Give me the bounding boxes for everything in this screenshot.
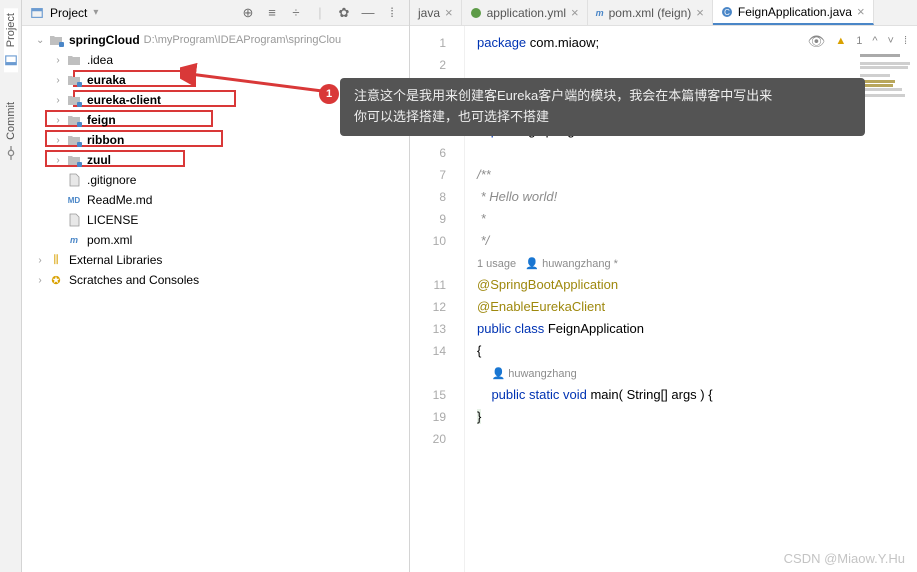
tab-java[interactable]: java×	[410, 0, 462, 25]
annotation-tooltip: 注意这个是我用来创建客Eureka客户端的模块，我会在本篇博客中写出来 你可以选…	[340, 78, 865, 136]
line-number[interactable]: 13	[410, 318, 464, 340]
chevron-right-icon[interactable]: ›	[54, 135, 62, 146]
close-icon[interactable]: ×	[857, 4, 865, 19]
tree-item-gitignore[interactable]: .gitignore	[22, 170, 409, 190]
author-icon: 👤	[525, 258, 542, 270]
close-icon[interactable]: ×	[445, 5, 453, 20]
line-number[interactable]	[410, 362, 464, 384]
libraries-icon: ⫼	[48, 253, 64, 267]
chevron-right-icon[interactable]: ›	[36, 255, 44, 266]
chevron-right-icon[interactable]: ›	[54, 115, 62, 126]
vtab-commit[interactable]: Commit	[4, 97, 18, 165]
tree-root-path: D:\myProgram\IDEAProgram\springClou	[144, 34, 341, 46]
separator: |	[311, 4, 329, 22]
scratches-icon: ✪	[48, 273, 64, 287]
sidebar-header: Project ▾ ⊕ ≡ ÷ | ✿ — ⁞	[22, 0, 409, 26]
line-number[interactable]: 11	[410, 274, 464, 296]
vertical-tab-strip: Project Commit	[0, 0, 22, 572]
close-icon[interactable]: ×	[696, 5, 704, 20]
tab-feign-application[interactable]: CFeignApplication.java×	[713, 0, 874, 25]
chevron-right-icon[interactable]: ›	[36, 275, 44, 286]
tree-external-libs[interactable]: › ⫼ External Libraries	[22, 250, 409, 270]
file-icon	[66, 213, 82, 227]
collapse-all-icon[interactable]: ÷	[287, 4, 305, 22]
line-number[interactable]: 2	[410, 54, 464, 76]
tree-item-zuul[interactable]: › zuul	[22, 150, 409, 170]
caret-up-icon[interactable]: ^	[872, 30, 877, 52]
line-number[interactable]: 1	[410, 32, 464, 54]
file-icon	[66, 173, 82, 187]
warning-icon[interactable]: ▲	[835, 30, 846, 52]
editor-tabs: java× application.yml× mpom.xml (feign)×…	[410, 0, 917, 26]
eye-icon[interactable]: 👁	[808, 30, 826, 52]
module-icon	[66, 73, 82, 87]
tree-item-idea[interactable]: › .idea	[22, 50, 409, 70]
settings-icon[interactable]: ✿	[335, 4, 353, 22]
expand-all-icon[interactable]: ≡	[263, 4, 281, 22]
line-number[interactable]: 9	[410, 208, 464, 230]
yml-icon	[470, 7, 482, 19]
svg-text:C: C	[724, 8, 730, 17]
annotation-badge: 1	[319, 84, 339, 104]
line-number[interactable]: 19	[410, 406, 464, 428]
more-icon[interactable]: ⁞	[383, 4, 401, 22]
line-number[interactable]: 14	[410, 340, 464, 362]
module-icon	[48, 33, 64, 47]
select-opened-icon[interactable]: ⊕	[239, 4, 257, 22]
close-icon[interactable]: ×	[571, 5, 579, 20]
line-number[interactable]: 10	[410, 230, 464, 252]
markdown-icon: MD	[66, 193, 82, 207]
chevron-down-icon[interactable]: ⌄	[36, 35, 44, 46]
line-number[interactable]: 15	[410, 384, 464, 406]
caret-down-icon[interactable]: ˅	[888, 30, 894, 52]
chevron-right-icon[interactable]: ›	[54, 75, 62, 86]
chevron-right-icon[interactable]: ›	[54, 55, 62, 66]
author-icon: 👤	[491, 368, 508, 380]
module-icon	[66, 113, 82, 127]
chevron-right-icon[interactable]: ›	[54, 155, 62, 166]
class-icon: C	[721, 6, 733, 18]
project-icon	[30, 6, 44, 20]
maven-icon: m	[596, 8, 604, 18]
maven-icon: m	[66, 233, 82, 247]
line-number[interactable]: 8	[410, 186, 464, 208]
tree-scratches[interactable]: › ✪ Scratches and Consoles	[22, 270, 409, 290]
module-icon	[66, 93, 82, 107]
tab-application-yml[interactable]: application.yml×	[462, 0, 588, 25]
watermark: CSDN @Miaow.Y.Hu	[784, 551, 905, 566]
folder-icon	[66, 53, 82, 67]
tree-item-pom[interactable]: m pom.xml	[22, 230, 409, 250]
line-number[interactable]: 6	[410, 142, 464, 164]
vtab-project[interactable]: Project	[4, 8, 18, 72]
line-number[interactable]: 20	[410, 428, 464, 450]
tree-root-label: springCloud	[69, 33, 140, 47]
module-icon	[66, 153, 82, 167]
sidebar-title: Project	[50, 6, 87, 20]
tree-root[interactable]: ⌄ springCloud D:\myProgram\IDEAProgram\s…	[22, 30, 409, 50]
hide-icon[interactable]: —	[359, 4, 377, 22]
module-icon	[66, 133, 82, 147]
more-icon[interactable]: ⁞	[904, 30, 907, 52]
tab-pom-feign[interactable]: mpom.xml (feign)×	[588, 0, 713, 25]
tree-item-readme[interactable]: MD ReadMe.md	[22, 190, 409, 210]
editor-status: 👁 ▲1 ^ ˅ ⁞	[808, 30, 907, 52]
line-number[interactable]	[410, 252, 464, 274]
line-number[interactable]: 12	[410, 296, 464, 318]
dropdown-icon[interactable]: ▾	[93, 7, 98, 18]
tree-item-license[interactable]: LICENSE	[22, 210, 409, 230]
line-number[interactable]: 7	[410, 164, 464, 186]
chevron-right-icon[interactable]: ›	[54, 95, 62, 106]
